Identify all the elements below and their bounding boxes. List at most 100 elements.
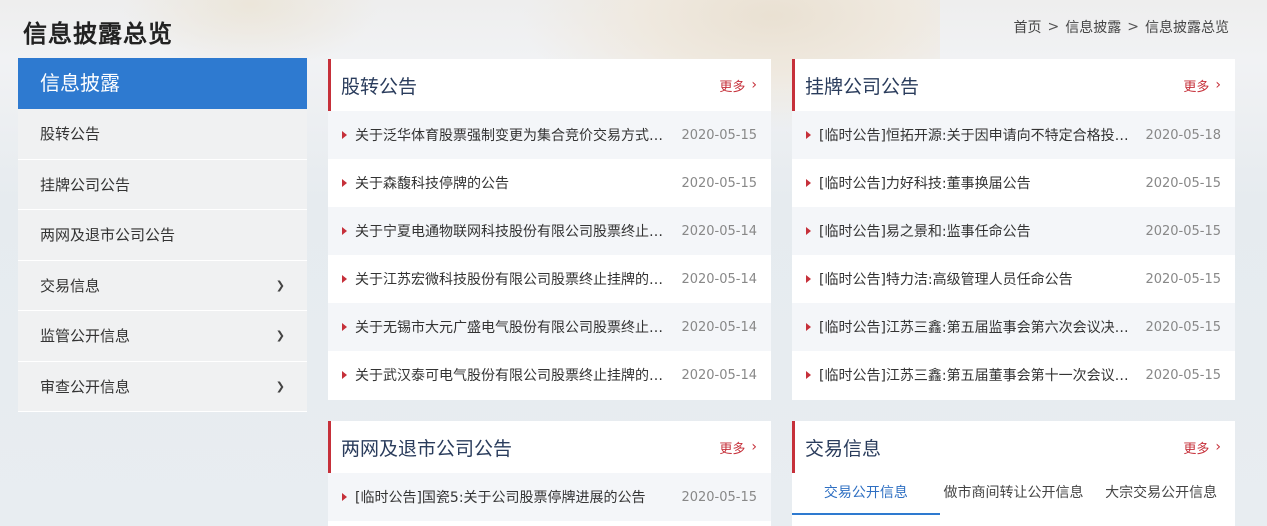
panel-header: 交易信息 更多 › <box>792 421 1235 473</box>
list-item-date: 2020-05-15 <box>681 127 757 143</box>
chevron-right-icon: › <box>751 439 757 455</box>
list-item[interactable]: [临时公告]江苏三鑫:第五届监事会第六次会议决议公告 2020-05-15 <box>792 303 1235 351</box>
list-item[interactable]: 关于江苏宏微科技股份有限公司股票终止挂牌的公告 2020-05-14 <box>328 255 771 303</box>
bullet-triangle-icon <box>806 323 811 331</box>
list-item-date: 2020-05-18 <box>1145 127 1221 143</box>
more-label: 更多 <box>719 79 746 95</box>
list-item[interactable]: 关于森馥科技停牌的公告 2020-05-15 <box>328 159 771 207</box>
tab-block-trade-info[interactable]: 大宗交易公开信息 <box>1087 475 1235 515</box>
bullet-triangle-icon <box>342 275 347 283</box>
list-item-title: [临时公告]易之景和:监事任命公告 <box>819 224 1031 240</box>
list-item-date: 2020-05-14 <box>681 271 757 287</box>
bullet-triangle-icon <box>806 179 811 187</box>
panel-gzgg: 股转公告 更多 › 关于泛华体育股票强制变更为集合竞价交易方式的公告 2020-05… <box>328 59 771 400</box>
list-item-date: 2020-05-15 <box>1145 223 1221 239</box>
list-item-date: 2020-05-14 <box>681 223 757 239</box>
list-item-title: [临时公告]特力洁:高级管理人员任命公告 <box>819 272 1073 288</box>
tab-bar: 交易公开信息 做市商间转让公开信息 大宗交易公开信息 <box>792 475 1235 515</box>
more-label: 更多 <box>1183 441 1210 457</box>
list-item-title: 关于无锡市大元广盛电气股份有限公司股票终止挂牌的公告 <box>355 320 669 336</box>
list-item[interactable]: [临时公告]恒拓开源:关于因申请向不特定合格投资者公开发行股票 2020-05-1… <box>792 111 1235 159</box>
panel-header: 股转公告 更多 › <box>328 59 771 111</box>
panel-header: 挂牌公司公告 更多 › <box>792 59 1235 111</box>
list-item-title: 关于宁夏电通物联网科技股份有限公司股票终止挂牌的公告 <box>355 224 669 240</box>
more-link[interactable]: 更多 › <box>1183 76 1221 95</box>
panel-title: 交易信息 <box>805 437 882 460</box>
chevron-right-icon: ❯ <box>275 278 285 292</box>
list-item[interactable]: 关于泛华体育股票强制变更为集合竞价交易方式的公告 2020-05-15 <box>328 111 771 159</box>
list-item-title: 关于森馥科技停牌的公告 <box>355 176 509 192</box>
sidebar-item-label: 股转公告 <box>40 125 101 144</box>
list-item-title: [临时公告]恒拓开源:关于因申请向不特定合格投资者公开发行股票 <box>819 128 1133 144</box>
bullet-triangle-icon <box>806 275 811 283</box>
sidebar-item[interactable]: 两网及退市公司公告 <box>18 210 307 261</box>
list-item-date: 2020-05-14 <box>681 367 757 383</box>
sidebar-item[interactable]: 交易信息 ❯ <box>18 260 307 311</box>
list-item-title: [临时公告]江苏三鑫:第五届监事会第六次会议决议公告 <box>819 320 1134 336</box>
tab-trade-public-info[interactable]: 交易公开信息 <box>792 475 940 515</box>
panel-title: 挂牌公司公告 <box>805 75 920 98</box>
more-link[interactable]: 更多 › <box>1183 438 1221 457</box>
chevron-right-icon: ❯ <box>275 329 285 343</box>
sidebar-item-label: 交易信息 <box>40 276 101 295</box>
list-item-title: [临时公告]国瓷5:关于公司股票停牌进展的公告 <box>355 490 646 506</box>
sidebar-item-label: 两网及退市公司公告 <box>40 226 176 245</box>
more-link[interactable]: 更多 › <box>719 438 757 457</box>
breadcrumb-separator: > <box>1047 19 1060 35</box>
list-item[interactable]: 关于宁夏电通物联网科技股份有限公司股票终止挂牌的公告 2020-05-14 <box>328 207 771 255</box>
list-item[interactable]: [临时公告]国瓷5:关于公司股票停牌进展的公告 2020-05-15 <box>328 473 771 521</box>
sidebar-item[interactable]: 挂牌公司公告 <box>18 159 307 210</box>
list-item[interactable]: 关于无锡市大元广盛电气股份有限公司股票终止挂牌的公告 2020-05-14 <box>328 303 771 351</box>
breadcrumb: 首页 > 信息披露 > 信息披露总览 <box>1014 17 1229 37</box>
bullet-triangle-icon <box>342 371 347 379</box>
bullet-triangle-icon <box>342 493 347 501</box>
breadcrumb-disclosure-link[interactable]: 信息披露 <box>1065 17 1121 37</box>
list-item[interactable]: [临时公告]力好科技:董事换届公告 2020-05-15 <box>792 159 1235 207</box>
sidebar-item[interactable]: 审查公开信息 ❯ <box>18 361 307 412</box>
tab-market-maker-transfer-info[interactable]: 做市商间转让公开信息 <box>940 475 1088 515</box>
list-item[interactable]: [临时公告]易之景和:监事任命公告 2020-05-15 <box>792 207 1235 255</box>
sidebar: 信息披露 股转公告 挂牌公司公告 两网及退市公司公告 交易信息 ❯ 监管公开信息 ❯ 审查公开… <box>18 58 307 412</box>
list-item-title: 关于泛华体育股票强制变更为集合竞价交易方式的公告 <box>355 128 670 144</box>
more-link[interactable]: 更多 › <box>719 76 757 95</box>
list-item[interactable]: 关于武汉泰可电气股份有限公司股票终止挂牌的公告 2020-05-14 <box>328 351 771 399</box>
list-item-date: 2020-05-15 <box>1145 367 1221 383</box>
sidebar-item-label: 监管公开信息 <box>40 327 131 346</box>
list-item-title: 关于武汉泰可电气股份有限公司股票终止挂牌的公告 <box>355 368 670 384</box>
panel-jyxx: 交易信息 更多 › 交易公开信息 做市商间转让公开信息 大宗交易公开信息 <box>792 421 1235 526</box>
list-item-date: 2020-05-14 <box>681 319 757 335</box>
more-label: 更多 <box>1183 79 1210 95</box>
list-item-date: 2020-05-15 <box>681 175 757 191</box>
sidebar-item-label: 挂牌公司公告 <box>40 175 131 194</box>
panel-title: 两网及退市公司公告 <box>341 437 513 460</box>
bullet-triangle-icon <box>806 131 811 139</box>
list-item-title: [临时公告]江苏三鑫:第五届董事会第十一次会议决议公告 <box>819 368 1133 384</box>
panel-gpgsgg: 挂牌公司公告 更多 › [临时公告]恒拓开源:关于因申请向不特定合格投资者公开发行… <box>792 59 1235 400</box>
chevron-right-icon: ❯ <box>275 379 285 393</box>
sidebar-item[interactable]: 股转公告 <box>18 109 307 160</box>
sidebar-title[interactable]: 信息披露 <box>18 58 307 109</box>
breadcrumb-separator: > <box>1127 19 1139 35</box>
sidebar-item[interactable]: 监管公开信息 ❯ <box>18 311 307 362</box>
panel-title: 股转公告 <box>341 75 418 98</box>
panel-header: 两网及退市公司公告 更多 › <box>328 421 771 473</box>
panel-lwts: 两网及退市公司公告 更多 › [临时公告]国瓷5:关于公司股票停牌进展的公告 202… <box>328 421 771 526</box>
bullet-triangle-icon <box>806 227 811 235</box>
list-item-title: [临时公告]力好科技:董事换届公告 <box>819 176 1031 192</box>
list-item-title: 关于江苏宏微科技股份有限公司股票终止挂牌的公告 <box>355 272 670 288</box>
bullet-triangle-icon <box>342 323 347 331</box>
breadcrumb-current: 信息披露总览 <box>1145 20 1229 36</box>
list-item[interactable]: [临时公告]江苏三鑫:第五届董事会第十一次会议决议公告 2020-05-15 <box>792 351 1235 399</box>
breadcrumb-home-link[interactable]: 首页 <box>1014 17 1042 37</box>
more-label: 更多 <box>719 441 746 457</box>
list-item-date: 2020-05-15 <box>681 489 757 505</box>
sidebar-item-label: 审查公开信息 <box>40 377 131 396</box>
chevron-right-icon: › <box>1215 439 1221 455</box>
chevron-right-icon: › <box>1215 77 1221 93</box>
page-title: 信息披露总览 <box>23 20 173 48</box>
bullet-triangle-icon <box>342 227 347 235</box>
list-item-date: 2020-05-15 <box>1145 319 1221 335</box>
list-item[interactable]: [临时公告]特力洁:高级管理人员任命公告 2020-05-15 <box>792 255 1235 303</box>
list-item-date: 2020-05-15 <box>1145 175 1221 191</box>
bullet-triangle-icon <box>806 371 811 379</box>
